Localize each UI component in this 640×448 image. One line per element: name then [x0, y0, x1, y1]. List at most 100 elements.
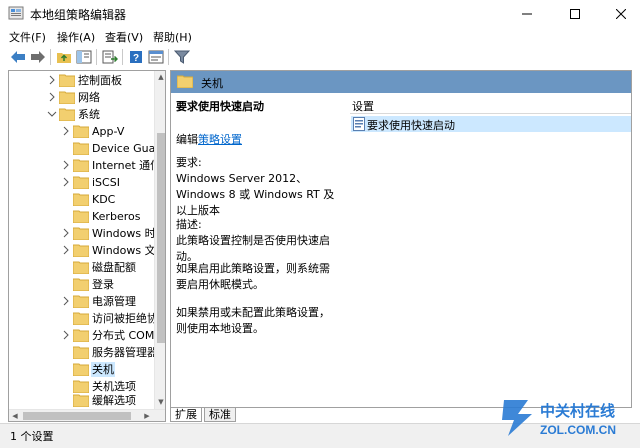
folder-icon: [73, 142, 89, 155]
maximize-button[interactable]: [552, 0, 598, 27]
help-icon: ?: [130, 51, 142, 64]
help-button[interactable]: ?: [127, 48, 145, 66]
requirements-text: 要求: Windows Server 2012、Windows 8 或 Wind…: [176, 156, 335, 217]
expand-arrow-icon[interactable]: [47, 75, 57, 85]
scroll-down-icon[interactable]: ▼: [156, 397, 165, 407]
watermark-brand: 中关村在线: [540, 402, 615, 420]
tree-item[interactable]: 网络: [9, 89, 154, 106]
tree-item[interactable]: 电源管理: [9, 293, 154, 310]
tree-item[interactable]: KDC: [9, 191, 154, 208]
title-bar: 本地组策略编辑器: [0, 0, 640, 27]
tree-item-label: 分布式 COM: [92, 329, 155, 342]
up-folder-icon: [57, 53, 71, 63]
toolbar-separator: [168, 49, 169, 65]
tree-item[interactable]: Kerberos: [9, 208, 154, 225]
up-folder-button[interactable]: [55, 48, 73, 66]
tree-item-selected[interactable]: 关机: [9, 361, 154, 378]
details-pane: 关机 要求使用快速启动 编辑策略设置 要求: Windows Server 20…: [170, 70, 632, 408]
tree-item[interactable]: Internet 通信: [9, 157, 161, 174]
folder-icon: [73, 176, 89, 189]
tree-item[interactable]: Windows 文: [9, 242, 156, 259]
expand-arrow-icon[interactable]: [61, 177, 71, 187]
tree-item[interactable]: 分布式 COM: [9, 327, 154, 344]
folder-icon: [59, 91, 75, 104]
tree-vertical-scrollbar[interactable]: ▲ ▼: [154, 71, 165, 409]
tree-horizontal-scrollbar[interactable]: ◀ ▶: [9, 409, 165, 421]
edit-policy-link[interactable]: 策略设置: [198, 133, 242, 146]
export-list-icon: [102, 50, 118, 64]
folder-icon: [177, 75, 193, 88]
tree-item-label: 访问被拒绝协: [92, 312, 158, 325]
menu-file[interactable]: 文件(F): [9, 29, 46, 45]
minimize-button[interactable]: [504, 0, 550, 27]
expand-arrow-icon[interactable]: [61, 160, 71, 170]
zol-watermark-logo: 中关村在线 ZOL.COM.CN: [498, 392, 640, 442]
tab-extended[interactable]: 扩展: [170, 408, 202, 422]
column-header-label: 设置: [352, 100, 374, 113]
folder-icon: [73, 244, 89, 257]
scroll-left-icon[interactable]: ◀: [10, 411, 20, 421]
tree-item[interactable]: Device Guard: [9, 140, 165, 157]
expand-arrow-icon[interactable]: [61, 296, 71, 306]
close-button[interactable]: [598, 0, 640, 27]
scroll-up-icon[interactable]: ▲: [156, 72, 165, 82]
forward-button[interactable]: [29, 48, 47, 66]
collapse-arrow-icon[interactable]: [47, 109, 57, 119]
scrollbar-thumb[interactable]: [23, 412, 131, 420]
folder-icon: [73, 278, 89, 291]
tree-item[interactable]: 服务器管理器: [9, 344, 158, 361]
minimize-icon: [522, 13, 532, 14]
back-button[interactable]: [9, 48, 27, 66]
tree-item[interactable]: 控制面板: [9, 72, 154, 89]
tree-item[interactable]: 访问被拒绝协: [9, 310, 158, 327]
tree-item[interactable]: 登录: [9, 276, 154, 293]
expand-arrow-icon[interactable]: [47, 92, 57, 102]
expand-arrow-icon[interactable]: [61, 245, 71, 255]
menu-view[interactable]: 查看(V): [105, 29, 143, 45]
tree-item[interactable]: 缓解选项: [9, 392, 154, 409]
tree-item[interactable]: Windows 时: [9, 225, 156, 242]
tree-item-label: 网络: [78, 91, 100, 104]
toolbar-separator: [96, 49, 97, 65]
tree-item-label: App-V: [92, 125, 125, 138]
scrollbar-thumb[interactable]: [157, 133, 165, 343]
tree-item-label: KDC: [92, 193, 116, 206]
settings-list: 设置 要求使用快速启动: [346, 93, 631, 407]
filter-button[interactable]: [173, 48, 191, 66]
tree-item[interactable]: 系统: [9, 106, 154, 123]
folder-icon: [73, 159, 89, 172]
tab-standard[interactable]: 标准: [204, 408, 236, 422]
toolbar-separator: [122, 49, 123, 65]
toolbar-separator: [50, 49, 51, 65]
tree-item[interactable]: iSCSI: [9, 174, 154, 191]
tree-item[interactable]: App-V: [9, 123, 154, 140]
export-list-button[interactable]: [101, 48, 119, 66]
policy-setting-icon: [353, 117, 365, 131]
menu-help[interactable]: 帮助(H): [153, 29, 192, 45]
svg-text:?: ?: [133, 53, 139, 64]
folder-icon: [73, 227, 89, 240]
expand-arrow-icon[interactable]: [61, 228, 71, 238]
tree-item-label: 系统: [78, 108, 100, 121]
forward-arrow-icon: [31, 51, 45, 63]
navigation-tree[interactable]: 控制面板 网络 系统 App-V Device Guard Internet 通…: [8, 70, 166, 422]
watermark-url: ZOL.COM.CN: [540, 423, 616, 437]
tree-item-label: iSCSI: [92, 176, 120, 189]
tree-item-label: 登录: [92, 278, 114, 291]
column-header-setting[interactable]: 设置: [350, 96, 631, 114]
if-disabled-text: 如果禁用或未配置此策略设置，则使用本地设置。: [176, 306, 330, 335]
properties-button[interactable]: [147, 48, 165, 66]
list-item[interactable]: 要求使用快速启动: [351, 116, 631, 132]
folder-icon: [73, 193, 89, 206]
status-text: 1 个设置: [10, 430, 54, 443]
folder-icon: [73, 394, 89, 407]
tree-item[interactable]: 磁盘配额: [9, 259, 154, 276]
menu-action[interactable]: 操作(A): [57, 29, 95, 45]
filter-icon: [174, 50, 190, 64]
scroll-right-icon[interactable]: ▶: [142, 411, 152, 421]
expand-arrow-icon[interactable]: [61, 126, 71, 136]
show-hide-tree-button[interactable]: [75, 48, 93, 66]
folder-open-icon: [59, 108, 75, 121]
expand-arrow-icon[interactable]: [61, 330, 71, 340]
close-icon: [616, 8, 626, 19]
